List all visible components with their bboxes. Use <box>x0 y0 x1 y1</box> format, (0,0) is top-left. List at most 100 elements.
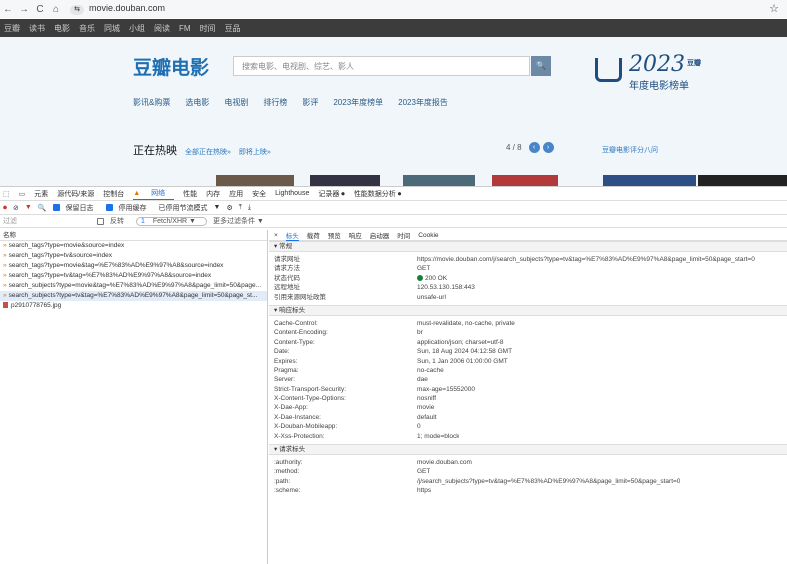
tab-application[interactable]: 应用 <box>229 189 243 199</box>
carousel-pager: 4 / 8 ‹ › <box>506 142 554 153</box>
throttle-caret-icon[interactable]: ▼ <box>214 204 221 211</box>
throttle-select[interactable]: 已停用节流模式 <box>159 203 208 213</box>
request-row[interactable]: » search_tags?type=movie&source=index <box>0 241 267 251</box>
request-row[interactable]: p2910778765.jpg <box>0 301 267 311</box>
subnav-item[interactable]: 影讯&购票 <box>133 97 170 108</box>
subnav-item[interactable]: 选电影 <box>185 97 209 108</box>
subnav-item[interactable]: 排行榜 <box>263 97 287 108</box>
tab-sources[interactable]: 源代码/来源 <box>57 189 94 199</box>
all-playing-link[interactable]: 全部正在热映» <box>185 147 231 157</box>
tab-response[interactable]: 响应 <box>349 230 362 240</box>
subnav-item[interactable]: 电视剧 <box>224 97 248 108</box>
top-nav-item[interactable]: 读书 <box>29 23 45 34</box>
address-bar[interactable]: ⇆ movie.douban.com <box>70 3 165 15</box>
tab-performance[interactable]: 性能 <box>183 189 197 199</box>
record-icon[interactable]: ⏺ <box>3 203 7 213</box>
filter-icon[interactable]: ▼ <box>25 204 32 211</box>
preserve-log-checkbox[interactable]: 保留日志 <box>52 203 100 213</box>
top-nav-item[interactable]: 阅读 <box>154 23 170 34</box>
header-key: X-Xss-Protection: <box>274 432 325 440</box>
movie-poster[interactable] <box>492 175 558 186</box>
chart-thumb[interactable] <box>603 175 696 186</box>
movie-poster[interactable] <box>403 175 475 186</box>
general-section-header[interactable]: ▾ 常规 <box>269 241 787 252</box>
tab-lighthouse[interactable]: Lighthouse <box>275 190 309 197</box>
invert-checkbox[interactable]: 反转 <box>97 216 130 226</box>
tab-timing[interactable]: 时间 <box>397 230 410 240</box>
top-nav-item[interactable]: 同城 <box>104 23 120 34</box>
header-row: X-Douban-Mobileapp: 0 <box>269 422 787 431</box>
filter-input[interactable]: 过滤 <box>3 216 91 226</box>
import-har-icon[interactable]: ⤒ <box>239 204 242 212</box>
year-ranking-banner[interactable]: 2023 豆瓣 年度电影榜单 <box>595 52 745 92</box>
tab-network[interactable]: ▲ 网络 <box>133 188 175 200</box>
tab-security[interactable]: 安全 <box>252 189 266 199</box>
subnav-item[interactable]: 2023年度榜单 <box>333 97 383 108</box>
next-page-button[interactable]: › <box>542 142 554 153</box>
header-row: X-Dae-App: movie <box>269 403 787 412</box>
request-name: search_tags?type=tv&tag=%E7%83%AD%E9%97%… <box>8 272 212 279</box>
home-icon[interactable]: ⌂ <box>48 4 64 15</box>
tab-headers[interactable]: 标头 <box>285 230 299 241</box>
top-nav-item[interactable]: 电影 <box>54 23 70 34</box>
request-row[interactable]: » search_subjects?type=movie&tag=%E7%83%A… <box>0 281 267 291</box>
upcoming-link[interactable]: 即将上映» <box>239 147 271 157</box>
xhr-icon: » <box>3 262 7 269</box>
top-nav-item[interactable]: 豆瓣 <box>4 23 20 34</box>
network-conditions-icon[interactable]: ⚙ <box>226 204 232 212</box>
douban-top-nav: 豆瓣 读书 电影 音乐 同城 小组 阅读 FM 时间 豆品 <box>0 19 787 37</box>
tab-memory[interactable]: 内存 <box>206 189 220 199</box>
search-input[interactable]: 搜索电影、电视剧、综艺、影人 <box>233 56 530 76</box>
tab-payload[interactable]: 载荷 <box>307 230 320 240</box>
header-key: :path: <box>274 477 291 485</box>
subnav-item[interactable]: 2023年度报告 <box>398 97 448 108</box>
tab-initiator[interactable]: 启动器 <box>370 230 390 240</box>
chart-thumb[interactable] <box>698 175 787 186</box>
clear-icon[interactable]: ⊘ <box>13 204 19 212</box>
tab-preview[interactable]: 预览 <box>328 230 341 240</box>
request-row[interactable]: » search_tags?type=movie&tag=%E7%83%AD%E9… <box>0 261 267 271</box>
douban-movie-logo[interactable]: 豆瓣电影 <box>133 53 209 80</box>
close-detail-icon[interactable]: × <box>274 232 278 239</box>
page-indicator: 4 / 8 <box>506 143 522 152</box>
back-icon[interactable]: ← <box>0 4 16 15</box>
request-headers-section-header[interactable]: ▾ 请求标头 <box>269 444 787 456</box>
bookmark-star-icon[interactable]: ☆ <box>769 2 779 15</box>
header-value: default <box>417 413 437 421</box>
search-button[interactable]: 🔍 <box>531 56 551 76</box>
tab-elements[interactable]: 元素 <box>34 189 48 199</box>
movie-poster[interactable] <box>216 175 294 186</box>
export-har-icon[interactable]: ⤓ <box>248 204 251 212</box>
top-nav-item[interactable]: 豆品 <box>225 23 241 34</box>
request-row[interactable]: » search_tags?type=tv&source=index <box>0 251 267 261</box>
tab-console[interactable]: 控制台 <box>103 189 124 199</box>
site-settings-icon[interactable]: ⇆ <box>70 5 84 15</box>
request-row-selected[interactable]: » search_subjects?type=tv&tag=%E7%83%AD%E… <box>0 291 267 301</box>
banner-year: 2023 <box>629 52 685 77</box>
top-nav-item[interactable]: 时间 <box>200 23 216 34</box>
forward-icon[interactable]: → <box>16 4 32 15</box>
tab-recorder[interactable]: 记录器 ⏺ <box>318 189 344 199</box>
top-nav-item[interactable]: 音乐 <box>79 23 95 34</box>
rating-faq-link[interactable]: 豆瓣电影评分八问 <box>602 145 658 155</box>
device-toolbar-icon[interactable]: ▭ <box>19 190 26 198</box>
response-headers-section-header[interactable]: ▾ 响应标头 <box>269 304 787 316</box>
top-nav-item[interactable]: FM <box>179 24 191 33</box>
top-nav-item[interactable]: 小组 <box>129 23 145 34</box>
name-column-header[interactable]: 名称 <box>0 230 267 241</box>
search-icon[interactable]: 🔍 <box>38 204 47 212</box>
header-value: application/json; charset=utf-8 <box>417 338 504 346</box>
tab-perf-insights[interactable]: 性能数据分析 ⏺ <box>354 189 401 199</box>
reload-icon[interactable]: C <box>32 4 48 15</box>
header-key: :method: <box>274 468 300 476</box>
subnav-item[interactable]: 影评 <box>302 97 318 108</box>
fetch-xhr-filter[interactable]: 1 Fetch/XHR ▼ <box>136 216 207 226</box>
prev-page-button[interactable]: ‹ <box>528 142 540 153</box>
disable-cache-checkbox[interactable]: 停用缓存 <box>105 203 153 213</box>
movie-poster[interactable] <box>310 175 380 186</box>
request-detail-pane: × 标头 载荷 预览 响应 启动器 时间 Cookie ▾ 常规 请求网址 htt… <box>269 230 787 564</box>
more-filters-dropdown[interactable]: 更多过滤条件 ▼ <box>213 216 264 226</box>
inspect-icon[interactable]: ⬚ <box>3 190 10 198</box>
request-row[interactable]: » search_tags?type=tv&tag=%E7%83%AD%E9%97… <box>0 271 267 281</box>
tab-cookies[interactable]: Cookie <box>418 232 438 239</box>
